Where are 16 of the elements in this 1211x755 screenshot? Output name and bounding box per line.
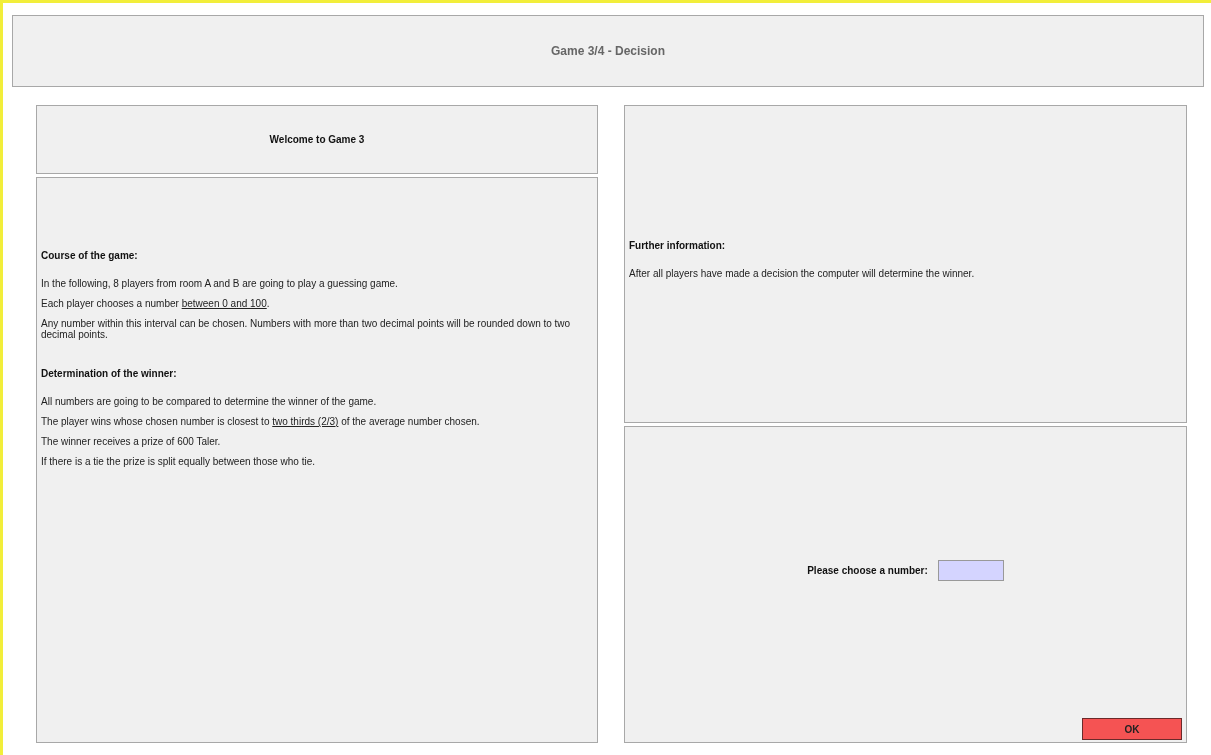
- paragraph: All numbers are going to be compared to determine the winner of the game.: [41, 396, 378, 407]
- section-heading: Further information:: [629, 240, 727, 251]
- paragraph: The winner receives a prize of 600 Taler.: [41, 436, 222, 447]
- ok-button[interactable]: OK: [1082, 718, 1182, 740]
- number-label: Please choose a number:: [807, 565, 928, 576]
- paragraph: Any number within this interval can be chosen. Numbers with more than two decimal points will be rounded down to two decimal points.: [41, 318, 572, 340]
- section-heading: Course of the game:: [41, 250, 139, 261]
- section-heading: Determination of the winner:: [41, 368, 178, 379]
- panel-title: Welcome to Game 3: [269, 134, 365, 145]
- paragraph: The player wins whose chosen number is closest to two thirds (2/3) of the average number chosen.: [41, 416, 481, 427]
- paragraph: Each player chooses a number between 0 and 100.: [41, 298, 271, 309]
- paragraph: If there is a tie the prize is split equally between those who tie.: [41, 456, 317, 467]
- number-field[interactable]: [937, 560, 1004, 581]
- paragraph: After all players have made a decision the computer will determine the winner.: [629, 268, 976, 279]
- page-title: Game 3/4 - Decision: [550, 44, 665, 58]
- paragraph: In the following, 8 players from room A and B are going to play a guessing game.: [41, 278, 399, 289]
